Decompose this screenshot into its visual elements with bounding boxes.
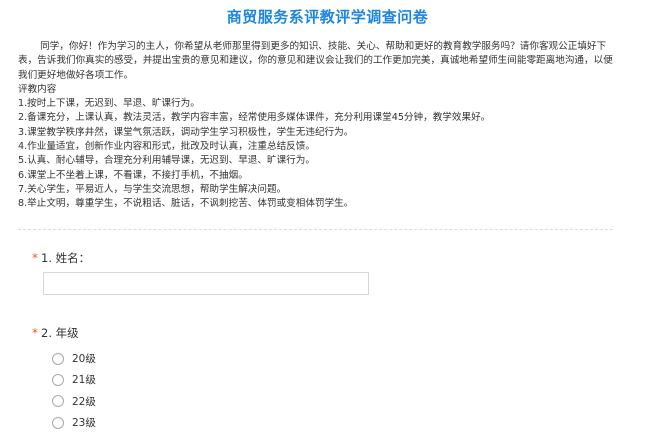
grade-options: 20级 21级 22级 23级 [52, 348, 96, 433]
criteria-item: 2.备课充分，上课认真，教法灵活，教学内容丰富，经常使用多媒体课件，充分利用课堂… [18, 112, 491, 124]
grade-option-23[interactable]: 23级 [52, 412, 96, 433]
intro-heading: 评教内容 [18, 83, 57, 95]
grade-option-21[interactable]: 21级 [52, 369, 96, 390]
option-label: 22级 [72, 395, 96, 408]
option-label: 21级 [72, 374, 96, 387]
question-label: 2. 年级 [41, 326, 79, 340]
criteria-item: 3.课堂教学秩序井然，课堂气氛活跃，调动学生学习积极性，学生无违纪行为。 [18, 126, 354, 138]
required-marker: * [32, 251, 38, 265]
survey-title: 商贸服务系评教评学调查问卷 [226, 8, 429, 26]
criteria-item: 4.作业量适宜，创新作业内容和形式，批改及时认真，注重总结反馈。 [18, 141, 315, 153]
section-divider [18, 229, 613, 230]
question-name-title: * 1. 姓名： [32, 250, 90, 266]
criteria-item: 6.课堂上不坐着上课，不看课，不接打手机，不抽烟。 [18, 169, 248, 181]
radio-button[interactable] [52, 352, 64, 365]
name-input[interactable] [43, 272, 369, 295]
question-label: 1. 姓名： [41, 251, 91, 265]
intro-paragraph: 同学，你好！作为学习的主人，你希望从老师那里得到更多的知识、技能、关心、帮助和更… [18, 41, 613, 81]
radio-button[interactable] [52, 416, 64, 429]
criteria-item: 1.按时上下课，无迟到、早退、旷课行为。 [18, 98, 200, 110]
option-label: 23级 [72, 417, 96, 430]
radio-button[interactable] [52, 395, 64, 408]
criteria-item: 8.举止文明，尊重学生，不说粗话、脏话，不讽刺挖苦、体罚或变相体罚学生。 [18, 198, 354, 210]
option-label: 20级 [72, 353, 96, 366]
required-marker: * [32, 326, 38, 340]
radio-button[interactable] [52, 373, 64, 386]
grade-option-20[interactable]: 20级 [52, 348, 96, 369]
criteria-item: 5.认真、耐心辅导，合理充分利用辅导课，无迟到、早退、旷课行为。 [18, 155, 315, 167]
grade-option-22[interactable]: 22级 [52, 391, 96, 412]
criteria-item: 7.关心学生，平易近人，与学生交流思想，帮助学生解决问题。 [18, 183, 287, 195]
question-grade-title: * 2. 年级 [32, 325, 79, 341]
survey-intro: 同学，你好！作为学习的主人，你希望从老师那里得到更多的知识、技能、关心、帮助和更… [18, 40, 618, 212]
